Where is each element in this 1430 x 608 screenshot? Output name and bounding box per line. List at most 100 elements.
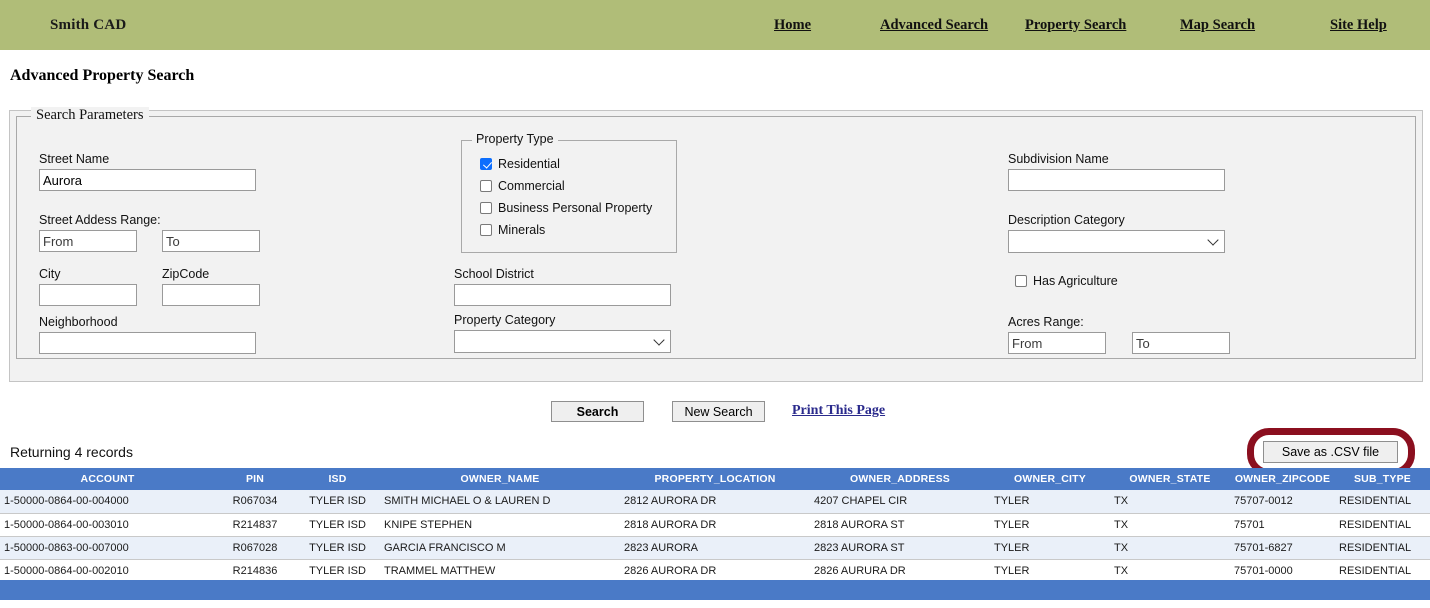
city-input[interactable] xyxy=(39,284,137,306)
checkbox-has-agriculture[interactable]: Has Agriculture xyxy=(1015,274,1118,288)
cell-owner-address: 2818 AURORA ST xyxy=(810,513,990,537)
cell-owner-state: TX xyxy=(1110,559,1230,583)
neighborhood-label: Neighborhood xyxy=(39,315,118,329)
table-row[interactable]: 1-50000-0864-00-004000 R067034 TYLER ISD… xyxy=(0,490,1430,514)
table-row[interactable]: 1-50000-0863-00-007000 R067028 TYLER ISD… xyxy=(0,536,1430,560)
cell-account: 1-50000-0864-00-004000 xyxy=(0,490,215,514)
column-header-owner-city[interactable]: OWNER_CITY xyxy=(990,468,1110,490)
subdivision-name-input[interactable] xyxy=(1008,169,1225,191)
school-district-input[interactable] xyxy=(454,284,671,306)
page-title: Advanced Property Search xyxy=(10,67,195,84)
cell-owner-name: SMITH MICHAEL O & LAUREN D xyxy=(380,490,620,514)
cell-property-location: 2812 AURORA DR xyxy=(620,490,810,514)
cell-owner-name: TRAMMEL MATTHEW xyxy=(380,559,620,583)
column-header-pin[interactable]: PIN xyxy=(215,468,295,490)
nav-link-home[interactable]: Home xyxy=(774,17,811,34)
city-label: City xyxy=(39,267,61,281)
description-category-label: Description Category xyxy=(1008,213,1125,227)
property-type-legend: Property Type xyxy=(472,132,558,146)
property-type-fieldset: Property Type Residential Commercial Bus… xyxy=(461,132,677,253)
cell-owner-zipcode: 75701-0000 xyxy=(1230,559,1335,583)
search-button[interactable]: Search xyxy=(551,401,644,422)
results-table-header: ACCOUNT PIN ISD OWNER_NAME PROPERTY_LOCA… xyxy=(0,468,1430,490)
cell-property-location: 2826 AURORA DR xyxy=(620,559,810,583)
checkbox-minerals-box[interactable] xyxy=(480,224,492,236)
cell-property-location: 2823 AURORA xyxy=(620,536,810,560)
results-table: ACCOUNT PIN ISD OWNER_NAME PROPERTY_LOCA… xyxy=(0,468,1430,583)
save-as-csv-button[interactable]: Save as .CSV file xyxy=(1263,441,1398,463)
column-header-property-location[interactable]: PROPERTY_LOCATION xyxy=(620,468,810,490)
cell-pin: R214837 xyxy=(215,513,295,537)
column-header-owner-state[interactable]: OWNER_STATE xyxy=(1110,468,1230,490)
checkbox-residential[interactable]: Residential xyxy=(480,157,560,171)
nav-link-map-search[interactable]: Map Search xyxy=(1180,17,1255,34)
results-table-footer xyxy=(0,580,1430,600)
column-header-isd[interactable]: ISD xyxy=(295,468,380,490)
results-table-body: 1-50000-0864-00-004000 R067034 TYLER ISD… xyxy=(0,490,1430,583)
checkbox-commercial-label: Commercial xyxy=(498,179,565,193)
cell-sub-type: RESIDENTIAL xyxy=(1335,513,1430,537)
zipcode-label: ZipCode xyxy=(162,267,210,281)
checkbox-commercial[interactable]: Commercial xyxy=(480,179,565,193)
column-header-owner-address[interactable]: OWNER_ADDRESS xyxy=(810,468,990,490)
cell-owner-state: TX xyxy=(1110,490,1230,514)
checkbox-business-personal-property[interactable]: Business Personal Property xyxy=(480,201,652,215)
checkbox-has-agriculture-label: Has Agriculture xyxy=(1033,274,1118,288)
results-table-container: ACCOUNT PIN ISD OWNER_NAME PROPERTY_LOCA… xyxy=(0,468,1430,583)
street-address-range-label: Street Addess Range: xyxy=(39,213,161,227)
street-name-input[interactable] xyxy=(39,169,256,191)
cell-sub-type: RESIDENTIAL xyxy=(1335,559,1430,583)
nav-link-property-search[interactable]: Property Search xyxy=(1025,17,1126,34)
acres-range-to-input[interactable] xyxy=(1132,332,1230,354)
street-address-to-input[interactable] xyxy=(162,230,260,252)
cell-owner-city: TYLER xyxy=(990,536,1110,560)
checkbox-minerals[interactable]: Minerals xyxy=(480,223,545,237)
school-district-label: School District xyxy=(454,267,534,281)
search-parameters-fieldset: Search Parameters Street Name Street Add… xyxy=(16,107,1416,359)
table-row[interactable]: 1-50000-0864-00-002010 R214836 TYLER ISD… xyxy=(0,559,1430,583)
zipcode-input[interactable] xyxy=(162,284,260,306)
column-header-sub-type[interactable]: SUB_TYPE xyxy=(1335,468,1430,490)
cell-account: 1-50000-0863-00-007000 xyxy=(0,536,215,560)
table-header-row: ACCOUNT PIN ISD OWNER_NAME PROPERTY_LOCA… xyxy=(0,468,1430,490)
table-row[interactable]: 1-50000-0864-00-003010 R214837 TYLER ISD… xyxy=(0,513,1430,537)
cell-property-location: 2818 AURORA DR xyxy=(620,513,810,537)
nav-link-site-help[interactable]: Site Help xyxy=(1330,17,1387,34)
cell-owner-state: TX xyxy=(1110,513,1230,537)
cell-account: 1-50000-0864-00-002010 xyxy=(0,559,215,583)
cell-pin: R214836 xyxy=(215,559,295,583)
search-parameters-legend: Search Parameters xyxy=(31,107,149,124)
cell-owner-address: 2826 AURURA DR xyxy=(810,559,990,583)
neighborhood-input[interactable] xyxy=(39,332,256,354)
checkbox-commercial-box[interactable] xyxy=(480,180,492,192)
nav-link-advanced-search[interactable]: Advanced Search xyxy=(880,17,988,34)
property-category-select[interactable] xyxy=(454,330,671,353)
checkbox-business-personal-property-label: Business Personal Property xyxy=(498,201,653,215)
acres-range-from-input[interactable] xyxy=(1008,332,1106,354)
site-brand: Smith CAD xyxy=(50,16,127,33)
cell-pin: R067034 xyxy=(215,490,295,514)
cell-owner-zipcode: 75707-0012 xyxy=(1230,490,1335,514)
cell-isd: TYLER ISD xyxy=(295,490,380,514)
new-search-button[interactable]: New Search xyxy=(672,401,765,422)
column-header-account[interactable]: ACCOUNT xyxy=(0,468,215,490)
description-category-select[interactable] xyxy=(1008,230,1225,253)
cell-owner-city: TYLER xyxy=(990,490,1110,514)
checkbox-has-agriculture-box[interactable] xyxy=(1015,275,1027,287)
checkbox-residential-box[interactable] xyxy=(480,158,492,170)
column-header-owner-name[interactable]: OWNER_NAME xyxy=(380,468,620,490)
cell-account: 1-50000-0864-00-003010 xyxy=(0,513,215,537)
print-this-page-link[interactable]: Print This Page xyxy=(792,403,885,419)
checkbox-business-personal-property-box[interactable] xyxy=(480,202,492,214)
cell-owner-address: 2823 AURORA ST xyxy=(810,536,990,560)
checkbox-residential-label: Residential xyxy=(498,157,560,171)
column-header-owner-zipcode[interactable]: OWNER_ZIPCODE xyxy=(1230,468,1335,490)
cell-owner-zipcode: 75701 xyxy=(1230,513,1335,537)
acres-range-label: Acres Range: xyxy=(1008,315,1084,329)
street-address-from-input[interactable] xyxy=(39,230,137,252)
cell-owner-address: 4207 CHAPEL CIR xyxy=(810,490,990,514)
records-count-text: Returning 4 records xyxy=(10,444,133,460)
cell-isd: TYLER ISD xyxy=(295,513,380,537)
cell-isd: TYLER ISD xyxy=(295,559,380,583)
cell-owner-zipcode: 75701-6827 xyxy=(1230,536,1335,560)
